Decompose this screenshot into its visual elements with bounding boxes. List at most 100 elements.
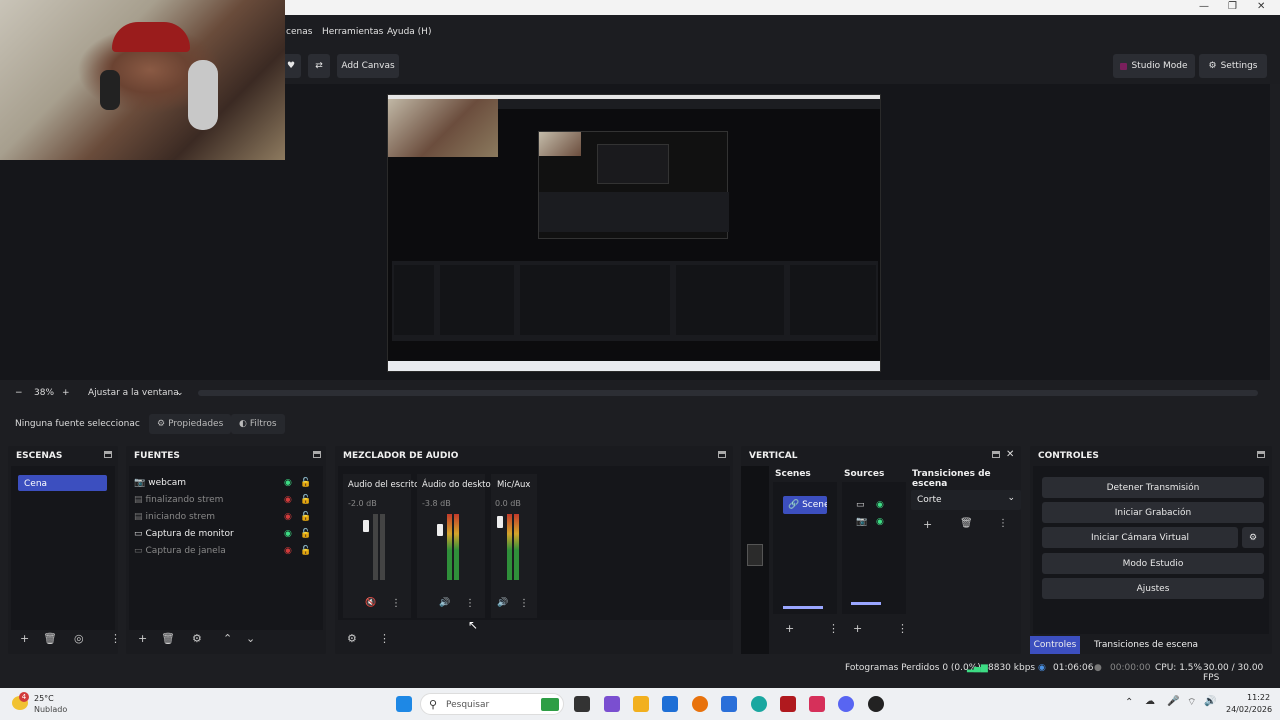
undock-icon[interactable] xyxy=(104,451,112,458)
more-icon[interactable]: ⋮ xyxy=(519,598,529,609)
undock-icon[interactable] xyxy=(1257,451,1265,458)
lock-icon[interactable]: 🔓 xyxy=(300,512,311,522)
eye-icon[interactable]: ◉ xyxy=(284,529,292,539)
arrow-up-icon[interactable]: ⌃ xyxy=(223,632,232,645)
trash-icon[interactable]: 🗑 xyxy=(960,518,973,529)
wifi-icon[interactable]: ⌔ xyxy=(1187,696,1196,709)
menu-scenes[interactable]: cenas xyxy=(286,27,312,37)
close-icon[interactable]: ✕ xyxy=(1257,1,1265,12)
share-button[interactable]: ⇄ xyxy=(308,54,330,78)
outlook-icon[interactable] xyxy=(721,696,737,712)
source-row[interactable]: ▤ iniciando strem xyxy=(134,509,215,525)
eye-icon[interactable]: ◉ xyxy=(876,517,884,527)
teams-icon[interactable] xyxy=(604,696,620,712)
undock-icon[interactable] xyxy=(313,451,321,458)
horizontal-scrollbar[interactable] xyxy=(198,390,1258,396)
eye-icon[interactable]: ◉ xyxy=(284,478,292,488)
source-row[interactable]: 📷 webcam xyxy=(134,475,186,491)
source-row[interactable]: ▤ finalizando strem xyxy=(134,492,223,508)
microphone-icon[interactable]: 🎤 xyxy=(1167,696,1179,707)
vertical-sources-scrollbar[interactable] xyxy=(851,602,881,605)
lock-icon[interactable]: 🔓 xyxy=(300,495,311,505)
taskbar-search[interactable]: ⚲ Pesquisar xyxy=(420,693,564,715)
add-canvas-button[interactable]: Add Canvas xyxy=(337,54,399,78)
chevron-down-icon[interactable]: ⌄ xyxy=(176,388,184,398)
speaker-icon[interactable]: 🔊 xyxy=(497,598,508,608)
settings-button[interactable]: ⚙ Settings xyxy=(1199,54,1267,78)
source-row[interactable]: ▭ Captura de janela xyxy=(134,543,226,559)
volume-icon[interactable]: 🔊 xyxy=(1204,696,1216,707)
file-explorer-icon[interactable] xyxy=(633,696,649,712)
start-recording-button[interactable]: Iniciar Grabación xyxy=(1042,502,1264,523)
fit-to-window-select[interactable]: Ajustar a la ventana xyxy=(88,388,179,398)
obs-icon[interactable] xyxy=(868,696,884,712)
eye-icon[interactable]: ◉ xyxy=(876,500,884,510)
arrow-down-icon[interactable]: ⌄ xyxy=(246,632,255,645)
eye-off-icon[interactable]: ◉ xyxy=(284,546,292,556)
filter-icon[interactable]: ◎ xyxy=(74,632,84,645)
settings-dock-button[interactable]: Ajustes xyxy=(1042,578,1264,599)
cloud-icon[interactable]: ☁ xyxy=(1145,696,1155,707)
trash-icon[interactable]: 🗑 xyxy=(43,632,57,645)
zoom-in-button[interactable]: + xyxy=(62,388,70,398)
tab-controls[interactable]: Controles xyxy=(1030,636,1080,654)
stop-stream-button[interactable]: Detener Transmisión xyxy=(1042,477,1264,498)
source-row[interactable]: ▭ Captura de monitor xyxy=(134,526,234,542)
lock-icon[interactable]: 🔓 xyxy=(300,529,311,539)
volume-slider-handle[interactable] xyxy=(363,520,369,532)
add-icon[interactable]: + xyxy=(138,632,147,645)
volume-slider-handle[interactable] xyxy=(437,524,443,536)
speaker-icon[interactable]: 🔊 xyxy=(439,598,450,608)
virtual-camera-settings-button[interactable]: ⚙ xyxy=(1242,527,1264,548)
more-icon[interactable]: ⋮ xyxy=(828,622,839,635)
more-icon[interactable]: ⋮ xyxy=(897,622,908,635)
menu-tools[interactable]: Herramientas xyxy=(322,27,383,37)
lock-icon[interactable]: 🔓 xyxy=(300,546,311,556)
store-icon[interactable] xyxy=(662,696,678,712)
add-icon[interactable]: + xyxy=(785,622,794,635)
eye-off-icon[interactable]: ◉ xyxy=(284,512,292,522)
task-view-icon[interactable] xyxy=(574,696,590,712)
properties-button[interactable]: ⚙ Propiedades xyxy=(149,414,232,434)
vertical-preview[interactable] xyxy=(741,466,769,654)
close-icon[interactable]: ✕ xyxy=(1006,449,1014,460)
zoom-out-button[interactable]: − xyxy=(15,388,23,398)
menu-help[interactable]: Ayuda (H) xyxy=(387,27,431,37)
browser-icon[interactable] xyxy=(692,696,708,712)
add-icon[interactable]: + xyxy=(923,518,932,531)
discord-icon[interactable] xyxy=(838,696,854,712)
scene-item-cena[interactable]: Cena xyxy=(18,475,107,491)
volume-slider-handle[interactable] xyxy=(497,516,503,528)
minimize-icon[interactable]: — xyxy=(1199,1,1209,12)
add-icon[interactable]: + xyxy=(853,622,862,635)
gear-icon[interactable]: ⚙ xyxy=(347,632,357,645)
studio-mode-toggle-button[interactable]: Modo Estudio xyxy=(1042,553,1264,574)
tab-scene-transitions[interactable]: Transiciones de escena xyxy=(1088,636,1204,654)
preview-canvas[interactable] xyxy=(387,94,881,372)
more-icon[interactable]: ⋮ xyxy=(379,632,390,645)
eye-off-icon[interactable]: ◉ xyxy=(284,495,292,505)
maximize-icon[interactable]: ❐ xyxy=(1228,1,1237,12)
transition-select[interactable]: Corte ⌄ xyxy=(911,490,1021,510)
undock-icon[interactable] xyxy=(992,451,1000,458)
more-icon[interactable]: ⋮ xyxy=(998,518,1008,529)
undock-icon[interactable] xyxy=(718,451,726,458)
more-icon[interactable]: ⋮ xyxy=(110,632,121,645)
vertical-scenes-scrollbar[interactable] xyxy=(783,606,823,609)
mute-icon[interactable]: 🔇 xyxy=(365,598,376,608)
more-icon[interactable]: ⋮ xyxy=(391,598,401,609)
studio-mode-button[interactable]: Studio Mode xyxy=(1113,54,1195,78)
windows-start-icon[interactable] xyxy=(396,696,412,712)
vertical-scene-item[interactable]: 🔗 Scene xyxy=(783,496,827,514)
lock-icon[interactable]: 🔓 xyxy=(300,478,311,488)
filters-button[interactable]: ◐ Filtros xyxy=(231,414,285,434)
edge-icon[interactable] xyxy=(751,696,767,712)
app-icon[interactable] xyxy=(809,696,825,712)
chevron-up-icon[interactable]: ⌃ xyxy=(1125,697,1133,708)
more-icon[interactable]: ⋮ xyxy=(465,598,475,609)
gear-icon[interactable]: ⚙ xyxy=(192,632,202,645)
add-icon[interactable]: + xyxy=(20,632,29,645)
start-virtual-camera-button[interactable]: Iniciar Cámara Virtual xyxy=(1042,527,1238,548)
app-icon[interactable] xyxy=(780,696,796,712)
trash-icon[interactable]: 🗑 xyxy=(161,632,175,645)
